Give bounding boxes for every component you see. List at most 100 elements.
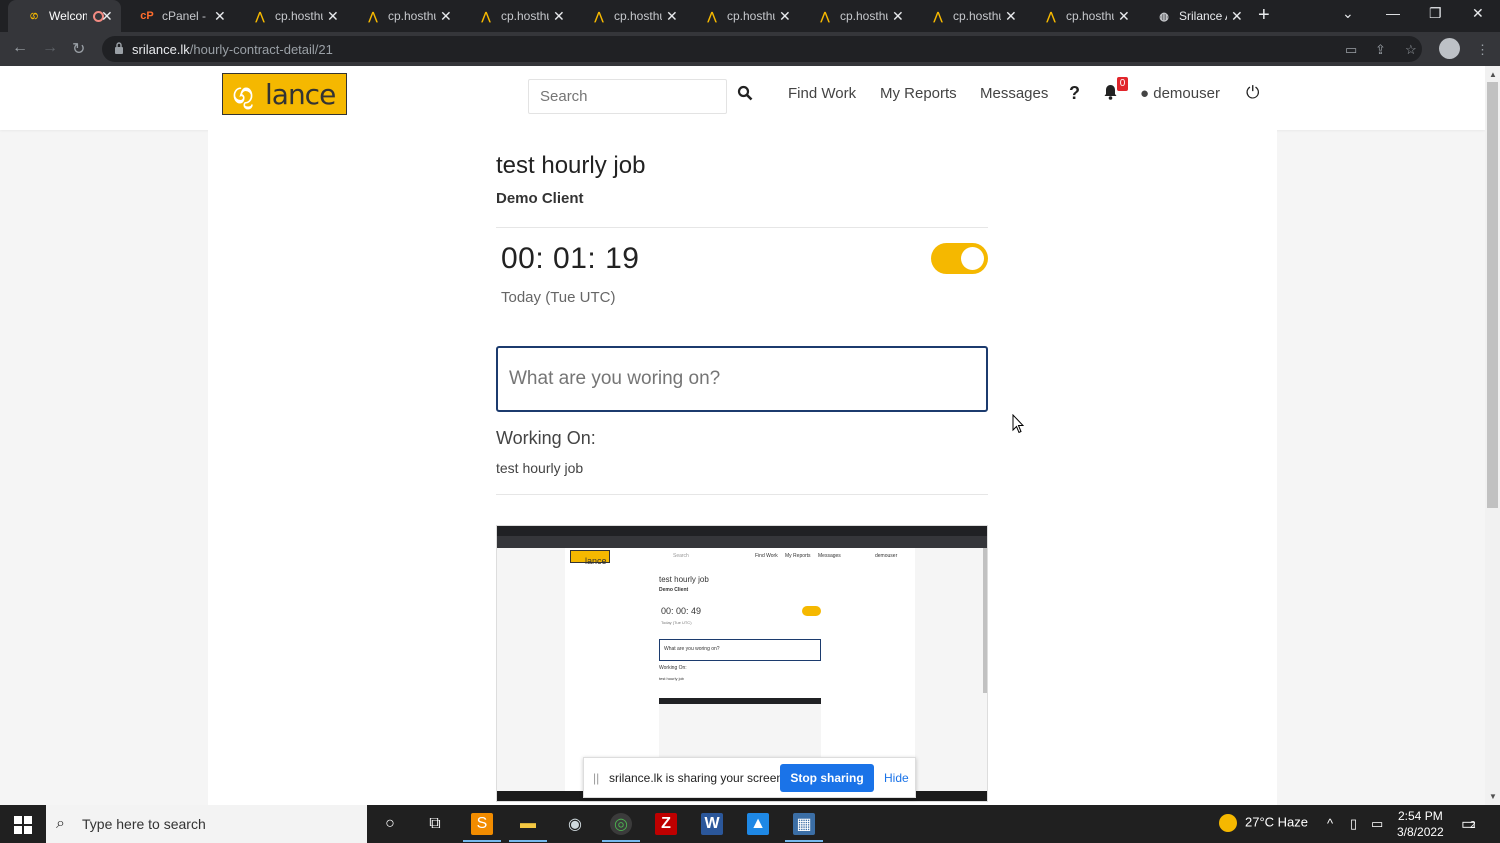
word-icon[interactable]: W	[701, 813, 723, 835]
scroll-down-icon[interactable]: ▼	[1489, 792, 1497, 801]
close-tab-icon[interactable]: ✕	[1005, 8, 1017, 25]
forward-icon[interactable]: →	[42, 39, 58, 57]
close-tab-icon[interactable]: ✕	[1118, 8, 1130, 25]
close-tab-icon[interactable]: ✕	[553, 8, 565, 25]
file-explorer-icon[interactable]: ▬	[509, 813, 547, 842]
profile-avatar[interactable]	[1439, 38, 1460, 59]
bell-icon[interactable]	[1103, 84, 1118, 104]
bookmark-star-icon[interactable]: ☆	[1405, 42, 1417, 58]
drag-handle-icon[interactable]: ||	[593, 771, 599, 785]
browser-tab-hosthun[interactable]: ⋀ cp.hosthun ✕	[347, 0, 460, 32]
tab-search-icon[interactable]: ⌄	[1342, 5, 1354, 22]
tab-title: cp.hosthun	[388, 9, 436, 23]
weather-widget[interactable]: 27°C Haze	[1219, 814, 1308, 832]
close-tab-icon[interactable]: ✕	[666, 8, 678, 25]
close-window-icon[interactable]: ✕	[1472, 5, 1484, 22]
screen-share-bar: || srilance.lk is sharing your screen. S…	[583, 757, 916, 798]
hosthun-icon: ⋀	[368, 10, 378, 23]
taskbar-search[interactable]: ⌕ Type here to search	[46, 805, 367, 843]
browser-tab-hosthun[interactable]: ⋀ cp.hosthun ✕	[1025, 0, 1138, 32]
battery-icon[interactable]: ▯	[1350, 816, 1357, 832]
windows-start-icon[interactable]	[14, 816, 32, 834]
url-field[interactable]: srilance.lk/hourly-contract-detail/21	[102, 36, 1422, 62]
search-icon[interactable]	[737, 85, 757, 107]
mouse-cursor-icon	[1012, 414, 1024, 434]
user-menu[interactable]: ● demouser	[1140, 85, 1220, 102]
task-view-icon[interactable]: ⧉	[424, 813, 446, 835]
close-tab-icon[interactable]: ✕	[327, 8, 339, 25]
preview-logo-text: lance	[585, 556, 607, 566]
tracking-toggle[interactable]	[931, 243, 988, 274]
cortana-icon[interactable]: ○	[379, 813, 401, 835]
preview-working-on-value: test hourly job	[659, 676, 684, 681]
photos-icon[interactable]: ▲	[747, 813, 769, 835]
network-icon[interactable]: ▭	[1371, 816, 1383, 832]
browser-tab-hosthun[interactable]: ⋀ cp.hosthun ✕	[912, 0, 1025, 32]
tab-title: cp.hosthun	[953, 9, 1001, 23]
new-tab-icon[interactable]: +	[1258, 4, 1270, 27]
tray-expand-icon[interactable]: ^	[1327, 816, 1333, 831]
task-input[interactable]	[496, 346, 988, 412]
stop-sharing-button[interactable]: Stop sharing	[780, 764, 874, 792]
back-icon[interactable]: ←	[12, 39, 28, 57]
taskbar-search-placeholder: Type here to search	[82, 816, 206, 832]
action-center-icon[interactable]: ▭ 2	[1461, 814, 1476, 834]
close-tab-icon[interactable]: ✕	[1231, 8, 1243, 25]
working-on-value: test hourly job	[496, 460, 584, 476]
close-tab-icon[interactable]: ✕	[779, 8, 791, 25]
tab-title: Welcome	[49, 9, 87, 23]
calculator-icon[interactable]: ▦	[785, 813, 823, 842]
cpanel-icon: cP	[140, 10, 154, 22]
browser-tab-hosthun[interactable]: ⋀ cp.hosthun ✕	[234, 0, 347, 32]
close-tab-icon[interactable]: ✕	[892, 8, 904, 25]
reload-icon[interactable]: ↻	[72, 39, 85, 59]
browser-tab-hosthun[interactable]: ⋀ cp.hosthun ✕	[573, 0, 686, 32]
preview-title: test hourly job	[659, 575, 709, 584]
srilance-icon: ග	[30, 9, 38, 22]
srilance-logo[interactable]: ගු lance	[222, 73, 347, 115]
user-circle-icon: ●	[1140, 85, 1150, 102]
scrollbar-thumb[interactable]	[1487, 82, 1498, 508]
browser-tab-srilance[interactable]: ◍ Srilance Ac ✕	[1138, 0, 1251, 32]
tab-title: cPanel - M	[162, 9, 210, 23]
minimize-icon[interactable]: —	[1386, 5, 1400, 21]
nav-messages[interactable]: Messages	[980, 85, 1048, 102]
hide-share-bar-button[interactable]: Hide	[884, 771, 909, 785]
logo-text: lance	[265, 77, 336, 111]
close-tab-icon[interactable]: ✕	[440, 8, 452, 25]
page-scrollbar[interactable]: ▲ ▼	[1485, 66, 1500, 805]
contract-title: test hourly job	[496, 152, 646, 179]
nav-find-work[interactable]: Find Work	[788, 85, 856, 102]
hosthun-icon: ⋀	[1046, 10, 1056, 23]
tab-title: cp.hosthun	[614, 9, 662, 23]
browser-tab-hosthun[interactable]: ⋀ cp.hosthun ✕	[686, 0, 799, 32]
close-tab-icon[interactable]: ✕	[101, 8, 113, 25]
browser-tab-hosthun[interactable]: ⋀ cp.hosthun ✕	[460, 0, 573, 32]
chrome-icon[interactable]: ◎	[602, 813, 640, 842]
client-name: Demo Client	[496, 190, 584, 207]
preview-timer: 00: 00: 49	[661, 606, 702, 616]
share-icon[interactable]: ⇪	[1375, 42, 1386, 58]
scroll-up-icon[interactable]: ▲	[1489, 70, 1497, 79]
help-icon[interactable]: ?	[1069, 83, 1080, 104]
paint-icon[interactable]: ◉	[564, 813, 586, 835]
sublime-text-icon[interactable]: S	[463, 813, 501, 842]
cast-icon[interactable]: ▭	[1345, 42, 1357, 58]
preview-scrollbar	[983, 548, 987, 693]
filezilla-icon[interactable]: Z	[655, 813, 677, 835]
lock-icon	[115, 42, 123, 54]
power-icon[interactable]: ⏻	[1246, 83, 1259, 103]
divider	[496, 494, 988, 495]
search-input[interactable]	[528, 79, 727, 114]
hosthun-icon: ⋀	[820, 10, 830, 23]
preview-search: Search	[673, 553, 689, 559]
close-tab-icon[interactable]: ✕	[214, 8, 226, 25]
browser-tab-welcome[interactable]: ග Welcome ✕	[8, 0, 121, 32]
browser-tab-hosthun[interactable]: ⋀ cp.hosthun ✕	[799, 0, 912, 32]
restore-icon[interactable]: ❐	[1429, 5, 1442, 22]
system-clock[interactable]: 2:54 PM 3/8/2022	[1397, 808, 1444, 840]
chrome-menu-icon[interactable]: ⋮	[1476, 42, 1489, 58]
nav-my-reports[interactable]: My Reports	[880, 85, 957, 102]
share-message: srilance.lk is sharing your screen.	[609, 771, 787, 785]
browser-tab-cpanel[interactable]: cP cPanel - M ✕	[121, 0, 234, 32]
